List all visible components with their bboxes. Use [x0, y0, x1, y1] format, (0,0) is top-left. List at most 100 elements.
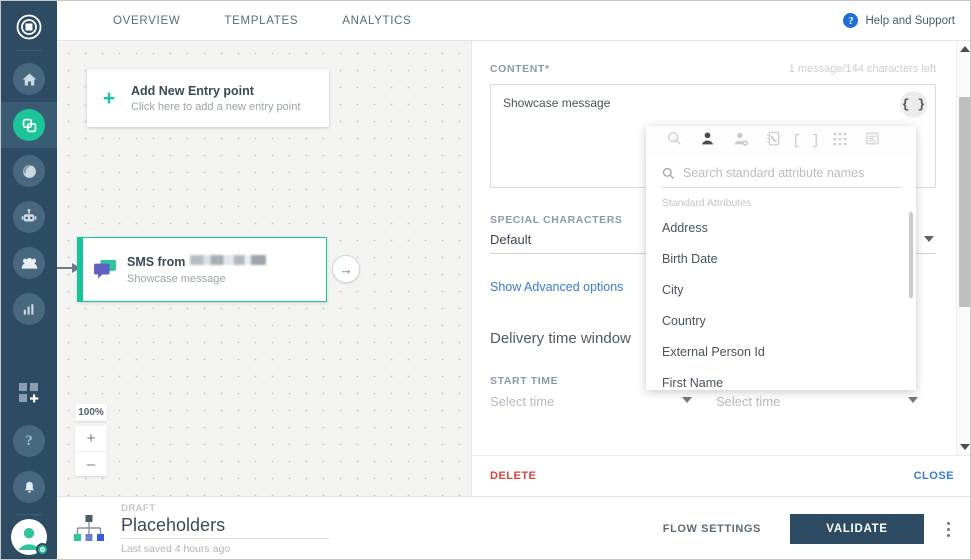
sidebar-item-moments[interactable] [1, 148, 57, 194]
top-nav-tabs: OVERVIEW TEMPLATES ANALYTICS [91, 1, 434, 40]
kebab-menu-icon[interactable] [924, 521, 970, 537]
standard-attributes-tab[interactable] [691, 126, 724, 156]
attribute-picker-popup: [ ] Search standard attribute names Stan… [646, 126, 916, 390]
panel-scrollbar[interactable] [956, 41, 970, 455]
entry-node-subtitle: Click here to add a new entry point [131, 100, 301, 113]
sms-node[interactable]: SMS from Showcase message [77, 237, 327, 302]
add-entry-point-node[interactable]: + Add New Entry point Click here to add … [87, 69, 329, 127]
sidebar-item-help[interactable]: ? [1, 418, 57, 464]
zoom-buttons: + – [75, 426, 107, 476]
list-item[interactable]: City [646, 274, 916, 305]
tab-overview[interactable]: OVERVIEW [91, 1, 202, 40]
search-icon [662, 167, 675, 180]
app-logo-icon[interactable] [9, 7, 49, 47]
triangle-down-icon [960, 444, 970, 450]
settings-gear-icon [36, 543, 49, 556]
sms-bubbles-icon [83, 259, 127, 280]
content-label: CONTENT* [490, 63, 550, 75]
brackets-icon: [ ] [792, 133, 821, 149]
character-counter: 1 message/144 characters left [788, 63, 936, 75]
document-tab[interactable] [856, 126, 889, 156]
triangle-up-icon [959, 46, 970, 52]
attribute-search-placeholder: Search standard attribute names [683, 166, 865, 180]
help-question-icon: ? [13, 425, 45, 457]
attribute-tab-strip: [ ] [646, 126, 916, 156]
panel-footer: DELETE CLOSE [472, 455, 970, 496]
application-window: ? OVERVIEW TEMPLATES ANALYTICS ? Help an… [0, 0, 971, 560]
attribute-list-scroll-thumb[interactable] [909, 212, 913, 298]
sms-node-subtitle: Showcase message [127, 272, 226, 285]
zoom-level-label: 100% [75, 404, 107, 421]
last-saved-text: Last saved 4 hours ago [121, 543, 231, 555]
sidebar-item-people[interactable] [1, 240, 57, 286]
sidebar-item-apps[interactable] [1, 372, 57, 418]
help-and-support-button[interactable]: ? Help and Support [843, 13, 955, 28]
flow-settings-button[interactable]: FLOW SETTINGS [663, 523, 761, 535]
insert-placeholder-button[interactable]: { } [900, 91, 927, 118]
sms-sender-redacted [190, 254, 267, 265]
chevron-down-icon [924, 236, 934, 242]
brackets-tab[interactable]: [ ] [790, 126, 823, 156]
zoom-controls: 100% + – [75, 404, 107, 476]
list-item[interactable]: Country [646, 305, 916, 336]
bottom-bar-actions: FLOW SETTINGS VALIDATE [663, 514, 970, 544]
status-badge: DRAFT [121, 503, 156, 514]
end-time-value: Select time [716, 394, 781, 409]
custom-attributes-tab[interactable] [724, 126, 757, 156]
bell-icon [13, 471, 45, 503]
question-mark-icon: ? [843, 13, 859, 28]
scroll-down-button[interactable] [957, 439, 970, 455]
chevron-down-icon [682, 397, 692, 403]
required-marker: * [544, 63, 550, 75]
people-icon [13, 247, 45, 279]
list-item[interactable]: First Name [646, 367, 916, 390]
list-item[interactable]: Address [646, 212, 916, 243]
left-navigation-rail: ? [1, 1, 57, 559]
flow-name-input[interactable]: Placeholders [121, 515, 329, 539]
list-item[interactable]: Birth Date [646, 243, 916, 274]
start-time-value: Select time [490, 394, 555, 409]
message-text: Showcase message [503, 96, 611, 110]
sidebar-item-home[interactable] [1, 56, 57, 102]
flow-bottom-bar: DRAFT Placeholders Last saved 4 hours ag… [57, 496, 970, 559]
scrollbar-thumb[interactable] [959, 97, 970, 307]
sms-node-title-prefix: SMS from [127, 254, 186, 269]
close-button[interactable]: CLOSE [914, 470, 954, 482]
scroll-up-button[interactable] [957, 41, 970, 57]
sidebar-item-analytics[interactable] [1, 286, 57, 332]
validate-button[interactable]: VALIDATE [790, 514, 924, 544]
delete-button[interactable]: DELETE [490, 470, 536, 482]
analytics-bars-icon [13, 293, 45, 325]
avatar[interactable] [11, 519, 49, 556]
answers-bot-icon [13, 201, 45, 233]
contact-tab[interactable] [757, 126, 790, 156]
attribute-search-input[interactable]: Search standard attribute names [662, 166, 902, 188]
grid-dots-icon [833, 132, 847, 151]
moments-icon [13, 155, 45, 187]
sidebar-item-notifications[interactable] [1, 464, 57, 510]
special-characters-value: Default [490, 232, 532, 247]
arrow-right-icon: → [339, 261, 353, 277]
search-tab[interactable] [658, 126, 691, 156]
zoom-in-button[interactable]: + [75, 426, 107, 451]
zoom-out-button[interactable]: – [75, 451, 107, 476]
incoming-connector-arrow [57, 263, 80, 273]
person-gear-icon [733, 131, 749, 152]
rail-divider [16, 50, 42, 51]
plus-icon: + [102, 86, 116, 110]
tab-templates[interactable]: TEMPLATES [202, 1, 320, 40]
sidebar-item-flows[interactable] [1, 102, 57, 148]
tab-analytics[interactable]: ANALYTICS [320, 1, 433, 40]
entry-node-title: Add New Entry point [131, 83, 254, 98]
flows-icon [13, 109, 45, 141]
top-navigation-bar: OVERVIEW TEMPLATES ANALYTICS ? Help and … [57, 1, 970, 41]
attribute-list[interactable]: Address Birth Date City Country External… [646, 212, 916, 390]
list-item[interactable]: External Person Id [646, 336, 916, 367]
sms-node-title: SMS from [127, 254, 267, 269]
sidebar-item-answers[interactable] [1, 194, 57, 240]
sms-node-output-handle[interactable]: → [332, 255, 360, 283]
home-icon [13, 63, 45, 95]
grid-tab[interactable] [823, 126, 856, 156]
document-lines-icon [865, 131, 880, 151]
apps-add-icon [18, 382, 40, 409]
